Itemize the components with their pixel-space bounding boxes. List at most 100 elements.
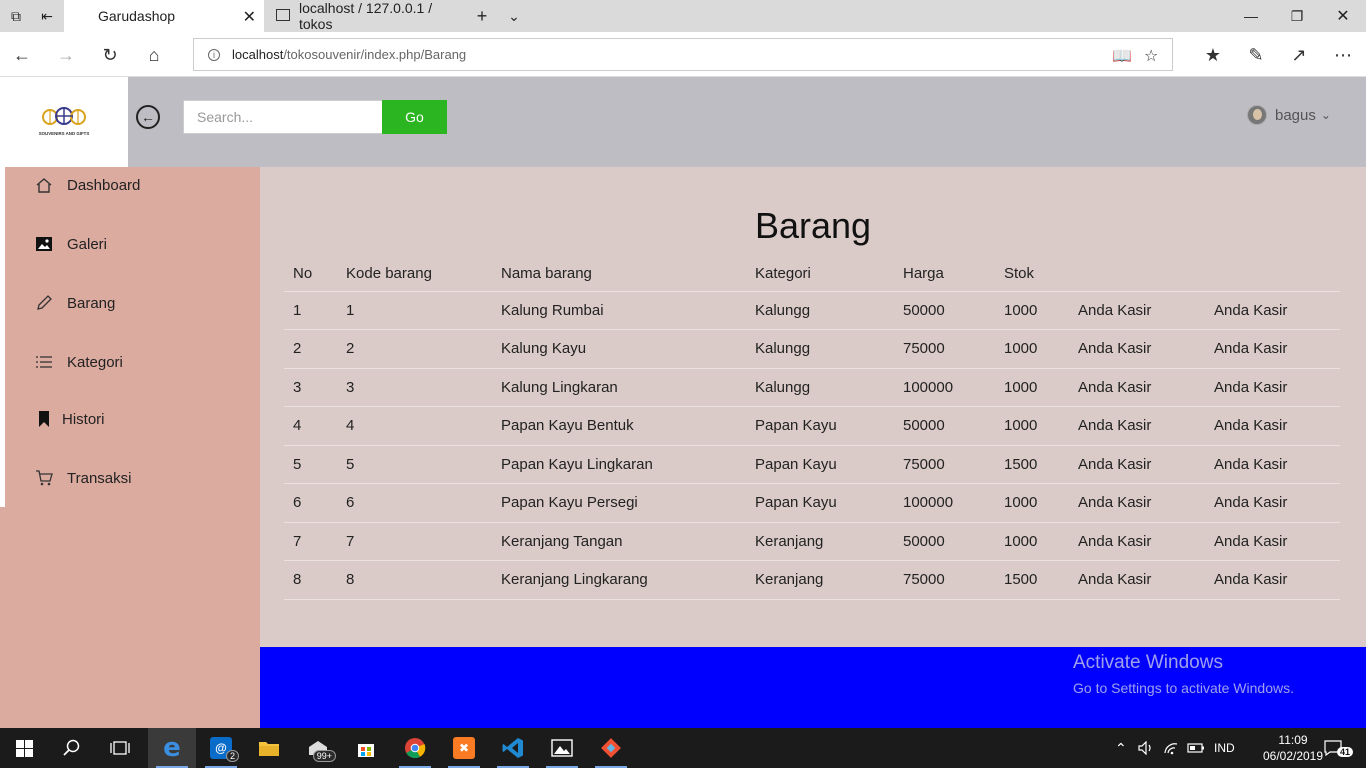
search-input[interactable] [183,100,383,134]
language-indicator[interactable]: IND [1214,728,1235,768]
main-content: Barang No Kode barang Nama barang Katego… [260,167,1366,647]
network-icon[interactable] [1163,728,1179,768]
photos-icon[interactable] [538,728,586,768]
start-button[interactable] [0,728,48,768]
reading-view-icon[interactable]: 📖 [1112,46,1132,66]
cell-no: 3 [284,368,337,407]
favorites-hub-icon[interactable]: ★ [1200,42,1226,68]
inbox-taskbar-icon[interactable]: 99+ [294,728,342,768]
cell-stok: 1000 [995,329,1069,369]
info-icon[interactable]: i [208,48,220,61]
clock[interactable]: 11:09 06/02/2019 [1262,732,1324,764]
mail-taskbar-icon[interactable]: @ 2 [197,728,245,768]
volume-icon[interactable] [1138,728,1154,768]
cell-nama: Papan Kayu Bentuk [492,406,746,446]
cell-action: Anda Kasir [1069,368,1205,407]
file-explorer-icon[interactable] [245,728,293,768]
user-menu[interactable]: bagus ⌄ [1247,105,1331,125]
git-app-icon[interactable] [587,728,635,768]
cell-kode: 2 [337,329,492,369]
refresh-icon[interactable]: ↻ [97,42,123,68]
minimize-icon[interactable]: — [1228,0,1274,32]
sidebar-item-galeri[interactable]: Galeri [34,234,107,254]
address-bar[interactable]: i localhost/tokosouvenir/index.php/Baran… [193,38,1173,71]
sidebar-item-kategori[interactable]: Kategori [34,352,123,372]
windows-logo-icon [15,739,33,757]
sidebar-item-dashboard[interactable]: Dashboard [34,175,140,195]
cell-no: 1 [284,291,337,330]
tab-label: Garudashop [98,8,176,24]
favorite-star-icon[interactable]: ☆ [1144,46,1158,66]
edge-taskbar-icon[interactable]: e [148,728,196,768]
cell-stok: 1000 [995,291,1069,330]
column-header [1069,257,1205,292]
task-view-icon[interactable] [96,728,144,768]
logo[interactable]: SOUVENIRS AND GIFTS [0,77,128,167]
cell-nama: Kalung Kayu [492,329,746,369]
chevron-down-icon: ⌄ [1320,108,1331,122]
table-row: 2 2 Kalung Kayu Kalungg 75000 1000 Anda Kasir A… [284,329,1340,369]
action-center-icon[interactable]: 41 [1324,728,1354,768]
cell-kode: 4 [337,406,492,446]
cell-kode: 7 [337,522,492,561]
new-tab-icon[interactable]: + [472,6,492,26]
sidebar-item-label: Transaksi [67,469,132,487]
go-button[interactable]: Go [382,100,447,134]
share-icon[interactable]: ↗ [1286,42,1312,68]
list-icon [34,352,54,372]
cell-harga: 50000 [894,522,995,561]
table-row: 3 3 Kalung Lingkaran Kalungg 100000 1000 Anda … [284,368,1340,407]
sidebar-item-label: Galeri [67,235,108,253]
cell-nama: Keranjang Lingkarang [492,560,746,600]
tab-manager-icon[interactable]: ⧉ [6,6,26,26]
store-icon[interactable] [342,728,390,768]
more-icon[interactable]: ⋯ [1330,42,1356,68]
cell-no: 2 [284,329,337,369]
cell-action: Anda Kasir [1069,483,1205,523]
cell-nama: Kalung Rumbai [492,291,746,330]
cell-no: 5 [284,445,337,484]
cell-stok: 1000 [995,368,1069,407]
cart-icon [34,468,54,488]
notification-badge: 99+ [312,750,336,762]
cell-action: Anda Kasir [1069,522,1205,561]
column-header: Kategori [746,257,894,292]
search-icon[interactable] [48,728,96,768]
web-note-icon[interactable]: ✎ [1243,42,1269,68]
cell-stok: 1000 [995,406,1069,446]
forward-icon[interactable]: → [53,42,79,68]
cell-action: Anda Kasir [1069,291,1205,330]
cell-kategori: Kalungg [746,368,894,407]
windows-taskbar: e @ 2 99+ ✖ ⌃ IND 11:09 06/02/2019 41 [0,728,1366,768]
sidebar-item-transaksi[interactable]: Transaksi [34,468,131,488]
xampp-icon[interactable]: ✖ [440,728,488,768]
vscode-icon[interactable] [489,728,537,768]
tab-garudashop[interactable]: Garudashop ✕ [64,0,264,32]
sidebar-item-barang[interactable]: Barang [34,293,115,313]
cell-kode: 3 [337,368,492,407]
cell-stok: 1500 [995,445,1069,484]
sidebar-toggle-back-icon[interactable]: ← [136,105,160,129]
set-tabs-aside-icon[interactable]: ⇤ [37,6,57,26]
table-row: 1 1 Kalung Rumbai Kalungg 50000 1000 Anda Kasi… [284,291,1340,330]
cell-nama: Keranjang Tangan [492,522,746,561]
home-icon [34,175,54,195]
close-window-icon[interactable]: ✕ [1320,0,1366,32]
pencil-icon [34,293,54,313]
tab-phpmyadmin[interactable]: localhost / 127.0.0.1 / tokos [266,0,466,32]
close-icon[interactable]: ✕ [243,7,256,27]
show-hidden-icons-icon[interactable]: ⌃ [1115,728,1127,768]
sidebar-item-histori[interactable]: Histori [34,409,105,429]
chevron-down-icon[interactable]: ⌄ [504,6,524,26]
chrome-icon[interactable] [391,728,439,768]
cell-kode: 6 [337,483,492,523]
battery-icon[interactable] [1187,728,1205,768]
sidebar-item-label: Dashboard [67,176,141,194]
cell-kategori: Papan Kayu [746,406,894,446]
cell-harga: 100000 [894,483,995,523]
home-icon[interactable]: ⌂ [141,42,167,68]
cell-action: Anda Kasir [1205,522,1340,561]
restore-icon[interactable]: ❐ [1274,0,1320,32]
cell-action: Anda Kasir [1205,368,1340,407]
back-icon[interactable]: ← [9,42,35,68]
